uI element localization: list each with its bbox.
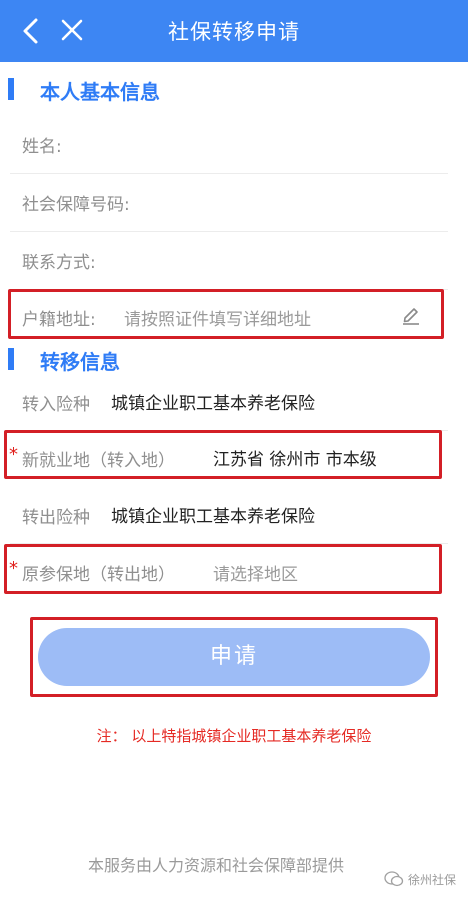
section-transfer-info-title: 转移信息 bbox=[40, 350, 120, 374]
section-accent-bar bbox=[8, 78, 14, 100]
ssn-label: 社会保障号码: bbox=[22, 195, 130, 215]
wechat-icon bbox=[384, 871, 404, 887]
note-text: 注： 以上特指城镇企业职工基本养老保险 bbox=[96, 727, 372, 745]
footer-text: 本服务由人力资源和社会保障部提供 bbox=[88, 856, 345, 875]
name-label: 姓名: bbox=[22, 137, 62, 157]
out-insurance-value: 城镇企业职工基本养老保险 bbox=[111, 507, 315, 527]
top-bar: 社保转移申请 bbox=[0, 0, 468, 62]
in-insurance-row: 转入险种 城镇企业职工基本养老保险 bbox=[0, 374, 468, 432]
page-title: 社保转移申请 bbox=[168, 20, 300, 44]
contact-row[interactable]: 联系方式: bbox=[0, 232, 468, 290]
ssn-row[interactable]: 社会保障号码: bbox=[0, 174, 468, 232]
watermark: 徐州社保 bbox=[384, 868, 456, 890]
watermark-text: 徐州社保 bbox=[408, 872, 457, 887]
contact-label: 联系方式: bbox=[22, 253, 96, 273]
section-basic-info-title: 本人基本信息 bbox=[40, 80, 160, 104]
highlight-box-new-location bbox=[4, 430, 442, 479]
highlight-box-original-location bbox=[4, 544, 442, 594]
apply-button[interactable]: 申请 bbox=[38, 628, 430, 686]
in-insurance-label: 转入险种 bbox=[22, 395, 90, 415]
out-insurance-label: 转出险种 bbox=[22, 508, 90, 528]
out-insurance-row: 转出险种 城镇企业职工基本养老保险 bbox=[0, 487, 468, 545]
in-insurance-value: 城镇企业职工基本养老保险 bbox=[111, 394, 315, 414]
section-accent-bar bbox=[8, 348, 14, 370]
highlight-box-address bbox=[8, 289, 444, 339]
name-row[interactable]: 姓名: bbox=[0, 116, 468, 174]
